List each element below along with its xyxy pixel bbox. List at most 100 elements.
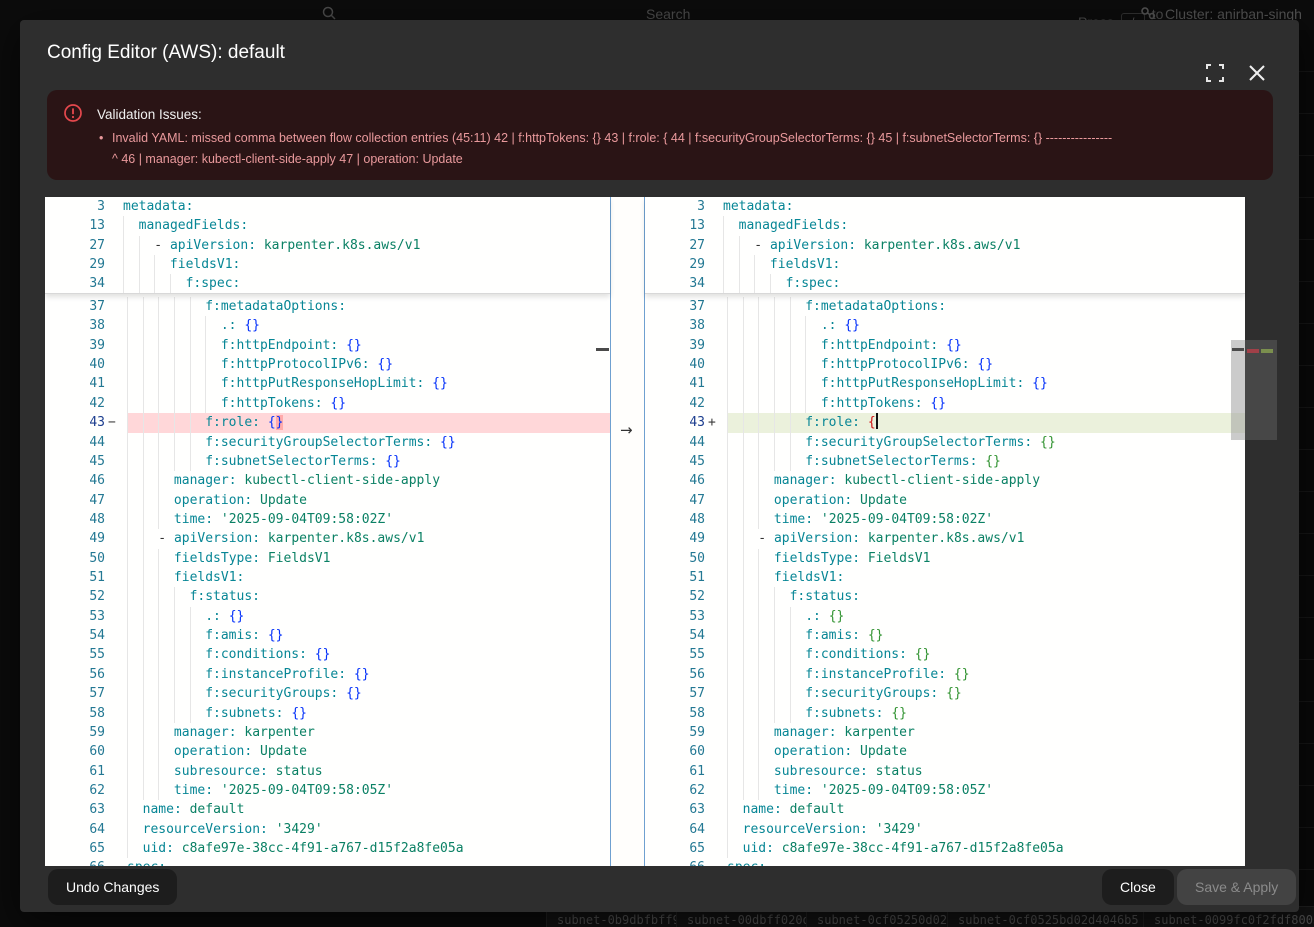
code-line[interactable]: 64resourceVersion: '3429': [645, 820, 1245, 839]
code-line[interactable]: 56f:instanceProfile: {}: [645, 665, 1245, 684]
indent-guide: [143, 433, 159, 452]
code-line[interactable]: 64resourceVersion: '3429': [45, 820, 610, 839]
code-line[interactable]: 44f:securityGroupSelectorTerms: {}: [645, 433, 1245, 452]
code-line[interactable]: 63name: default: [45, 800, 610, 819]
code-line[interactable]: 48time: '2025-09-04T09:58:02Z': [45, 510, 610, 529]
code-line[interactable]: 63name: default: [645, 800, 1245, 819]
code-line[interactable]: 47operation: Update: [45, 491, 610, 510]
code-line[interactable]: 40f:httpProtocolIPv6: {}: [645, 355, 1245, 374]
indent-guide: [143, 452, 159, 471]
code-line[interactable]: 41f:httpPutResponseHopLimit: {}: [645, 374, 1245, 393]
code-line[interactable]: 62time: '2025-09-04T09:58:05Z': [645, 781, 1245, 800]
code-line[interactable]: 57f:securityGroups: {}: [645, 684, 1245, 703]
code-line[interactable]: 54f:amis: {}: [645, 626, 1245, 645]
code-line[interactable]: 45f:subnetSelectorTerms: {}: [45, 452, 610, 471]
code-line[interactable]: 58f:subnets: {}: [45, 704, 610, 723]
code-line[interactable]: 53.: {}: [645, 607, 1245, 626]
code-line[interactable]: 58f:subnets: {}: [645, 704, 1245, 723]
code-line[interactable]: 55f:conditions: {}: [645, 645, 1245, 664]
fullscreen-button[interactable]: [1202, 60, 1228, 86]
code-line[interactable]: 51fieldsV1:: [45, 568, 610, 587]
code-line[interactable]: 49- apiVersion: karpenter.k8s.aws/v1: [45, 529, 610, 548]
indent-guide: [127, 587, 143, 606]
code-line[interactable]: 52f:status:: [45, 587, 610, 606]
code-line[interactable]: 53.: {}: [45, 607, 610, 626]
sticky-context-line[interactable]: 3metadata:: [645, 197, 1245, 216]
code-line[interactable]: 60operation: Update: [645, 742, 1245, 761]
sticky-context-line[interactable]: 13managedFields:: [45, 216, 610, 235]
code-line[interactable]: 38.: {}: [645, 316, 1245, 335]
indent-guide: [174, 684, 190, 703]
diff-marker: [705, 274, 723, 293]
indent-guide: [158, 587, 174, 606]
code-line[interactable]: 62time: '2025-09-04T09:58:05Z': [45, 781, 610, 800]
code-line[interactable]: 39f:httpEndpoint: {}: [645, 336, 1245, 355]
code-line[interactable]: 49- apiVersion: karpenter.k8s.aws/v1: [645, 529, 1245, 548]
yaml-key: apiVersion:: [174, 531, 260, 546]
yaml-diff-editor[interactable]: 37f:metadataOptions:38.: {}39f:httpEndpo…: [45, 195, 1277, 866]
code-line[interactable]: 39f:httpEndpoint: {}: [45, 336, 610, 355]
code-line[interactable]: 55f:conditions: {}: [45, 645, 610, 664]
code-line[interactable]: 50fieldsType: FieldsV1: [45, 549, 610, 568]
code-line[interactable]: 45f:subnetSelectorTerms: {}: [645, 452, 1245, 471]
sticky-context-line[interactable]: 27- apiVersion: karpenter.k8s.aws/v1: [45, 236, 610, 255]
indent-guide: [205, 336, 221, 355]
scrollbar-thumb[interactable]: [1231, 340, 1245, 440]
sticky-context-line[interactable]: 3metadata:: [45, 197, 610, 216]
revert-change-arrow-button[interactable]: →: [620, 421, 633, 439]
code-line[interactable]: 65uid: c8afe97e-38cc-4f91-a767-d15f2a8fe…: [645, 839, 1245, 858]
close-dialog-button[interactable]: [1244, 60, 1270, 86]
code-line-content: metadata:: [723, 197, 1245, 216]
line-number: 59: [45, 723, 105, 742]
sticky-context-line[interactable]: 29fieldsV1:: [645, 255, 1245, 274]
code-line[interactable]: 44f:securityGroupSelectorTerms: {}: [45, 433, 610, 452]
code-line[interactable]: 37f:metadataOptions:: [645, 297, 1245, 316]
code-line[interactable]: 61subresource: status: [45, 762, 610, 781]
undo-changes-button[interactable]: Undo Changes: [48, 869, 177, 905]
yaml-key: f:httpTokens:: [221, 396, 323, 411]
brace: }: [299, 706, 307, 721]
sticky-context-line[interactable]: 34f:spec:: [645, 274, 1245, 293]
code-line[interactable]: 56f:instanceProfile: {}: [45, 665, 610, 684]
sticky-context-line[interactable]: 29fieldsV1:: [45, 255, 610, 274]
code-line[interactable]: 48time: '2025-09-04T09:58:02Z': [645, 510, 1245, 529]
code-line[interactable]: 46manager: kubectl-client-side-apply: [45, 471, 610, 490]
code-line[interactable]: 66spec:: [45, 858, 610, 866]
indent-guide: [143, 684, 159, 703]
original-code-pane[interactable]: 37f:metadataOptions:38.: {}39f:httpEndpo…: [45, 297, 610, 866]
code-line[interactable]: 52f:status:: [645, 587, 1245, 606]
code-line[interactable]: 59manager: karpenter: [645, 723, 1245, 742]
code-line[interactable]: 51fieldsV1:: [645, 568, 1245, 587]
code-line[interactable]: 66spec:: [645, 858, 1245, 866]
code-line[interactable]: 42f:httpTokens: {}: [645, 394, 1245, 413]
modified-scrollbar[interactable]: [1231, 197, 1245, 866]
code-line[interactable]: 46manager: kubectl-client-side-apply: [645, 471, 1245, 490]
code-line[interactable]: 57f:securityGroups: {}: [45, 684, 610, 703]
code-line[interactable]: 54f:amis: {}: [45, 626, 610, 645]
close-button[interactable]: Close: [1102, 869, 1174, 905]
code-line[interactable]: 61subresource: status: [645, 762, 1245, 781]
sticky-context-line[interactable]: 34f:spec:: [45, 274, 610, 293]
save-apply-button[interactable]: Save & Apply: [1177, 869, 1296, 905]
modified-code-pane[interactable]: 37f:metadataOptions:38.: {}39f:httpEndpo…: [645, 297, 1245, 866]
code-line[interactable]: 43−f:role: {}: [45, 413, 610, 432]
code-line[interactable]: 41f:httpPutResponseHopLimit: {}: [45, 374, 610, 393]
code-line[interactable]: 47operation: Update: [645, 491, 1245, 510]
yaml-key: manager:: [174, 725, 237, 740]
code-line[interactable]: 43+f:role: {: [645, 413, 1245, 432]
indent-guide: [774, 413, 790, 432]
code-line[interactable]: 42f:httpTokens: {}: [45, 394, 610, 413]
yaml-key: operation:: [774, 493, 852, 508]
code-line[interactable]: 60operation: Update: [45, 742, 610, 761]
indent-guide: [790, 626, 806, 645]
diff-marker: [705, 626, 727, 645]
code-line[interactable]: 37f:metadataOptions:: [45, 297, 610, 316]
code-line[interactable]: 40f:httpProtocolIPv6: {}: [45, 355, 610, 374]
code-line[interactable]: 50fieldsType: FieldsV1: [645, 549, 1245, 568]
code-line[interactable]: 65uid: c8afe97e-38cc-4f91-a767-d15f2a8fe…: [45, 839, 610, 858]
sticky-context-line[interactable]: 27- apiVersion: karpenter.k8s.aws/v1: [645, 236, 1245, 255]
code-line[interactable]: 38.: {}: [45, 316, 610, 335]
sticky-context-line[interactable]: 13managedFields:: [645, 216, 1245, 235]
code-line[interactable]: 59manager: karpenter: [45, 723, 610, 742]
yaml-key: uid:: [143, 841, 174, 856]
